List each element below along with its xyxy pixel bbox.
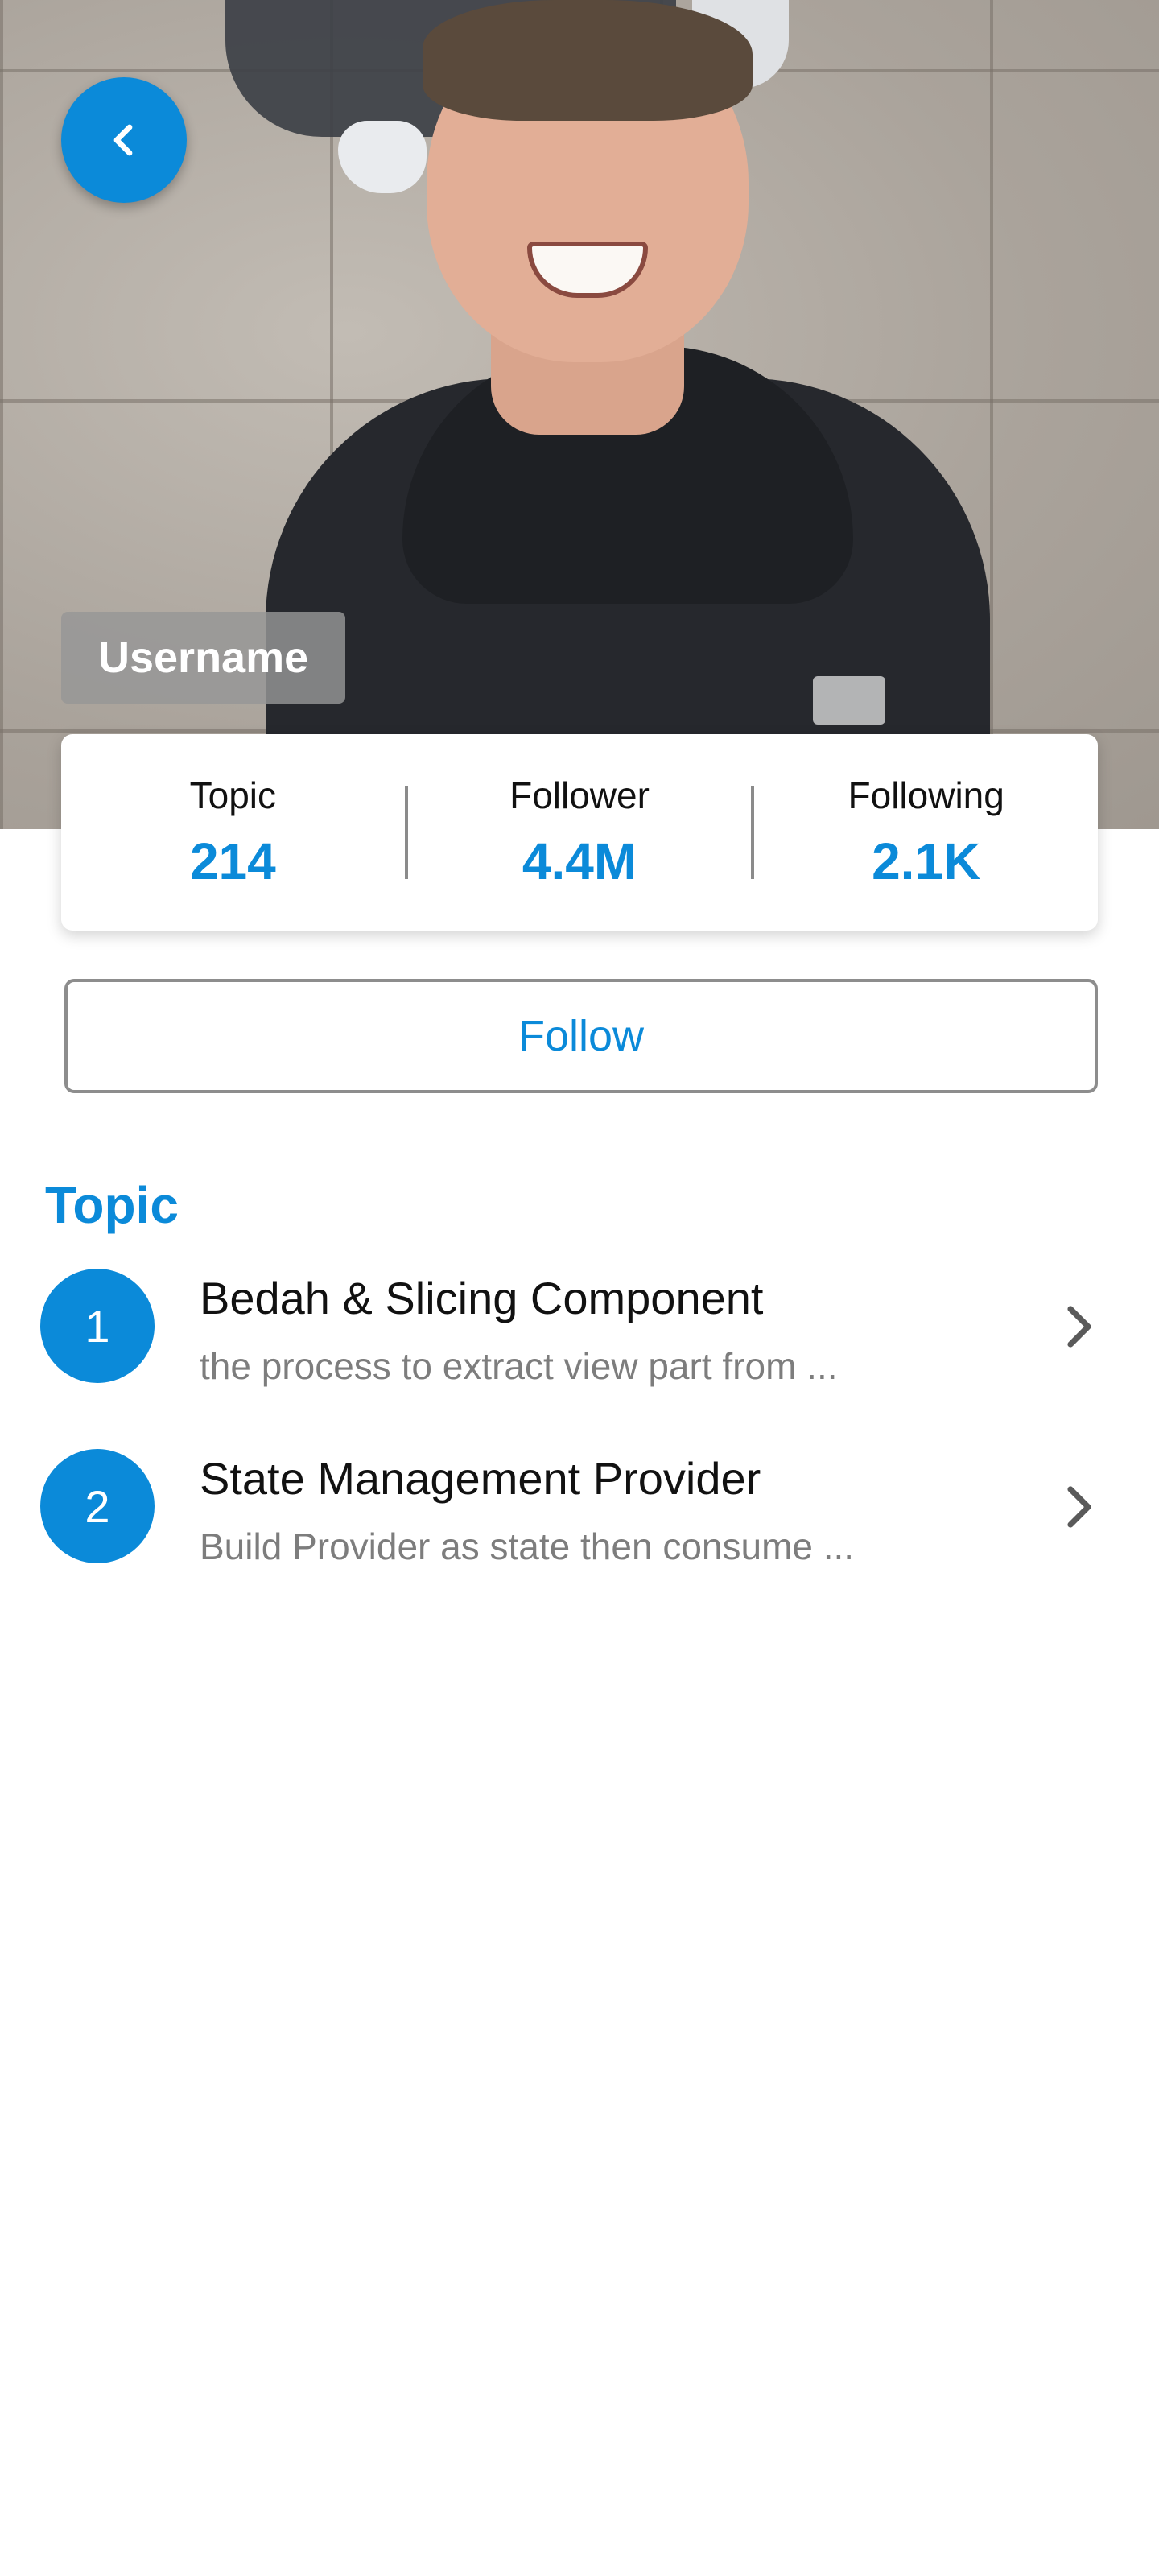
stat-follower-label: Follower bbox=[509, 774, 650, 816]
stat-topic[interactable]: Topic 214 bbox=[61, 774, 405, 891]
topic-section-title: Topic bbox=[45, 1176, 179, 1234]
topic-title: Bedah & Slicing Component bbox=[200, 1273, 764, 1323]
follow-button[interactable]: Follow bbox=[64, 979, 1098, 1093]
chevron-left-icon bbox=[113, 124, 133, 156]
topic-list-item[interactable]: 1 Bedah & Slicing Component the process … bbox=[0, 1264, 1159, 1425]
photo-shoe-left bbox=[338, 121, 427, 193]
back-button[interactable] bbox=[61, 77, 187, 203]
stat-following-value: 2.1K bbox=[872, 832, 981, 890]
photo-jacket-logo bbox=[813, 676, 885, 724]
stats-card: Topic 214 Follower 4.4M Following 2.1K bbox=[61, 734, 1098, 931]
stat-follower[interactable]: Follower 4.4M bbox=[408, 774, 752, 891]
topic-title: State Management Provider bbox=[200, 1453, 761, 1504]
stat-topic-value: 214 bbox=[189, 832, 276, 890]
chevron-right-icon bbox=[1067, 1306, 1091, 1348]
chevron-right-icon bbox=[1067, 1486, 1091, 1528]
topic-list-item[interactable]: 2 State Management Provider Build Provid… bbox=[0, 1444, 1159, 1605]
topic-number-badge: 1 bbox=[40, 1269, 155, 1383]
stat-following-label: Following bbox=[848, 774, 1004, 816]
topic-description: the process to extract view part from ..… bbox=[200, 1345, 838, 1387]
stat-topic-label: Topic bbox=[189, 774, 277, 816]
photo-hair bbox=[423, 0, 753, 121]
topic-number-badge: 2 bbox=[40, 1449, 155, 1563]
stat-following[interactable]: Following 2.1K bbox=[754, 774, 1098, 891]
username-badge: Username bbox=[61, 612, 346, 704]
stat-follower-value: 4.4M bbox=[522, 832, 637, 890]
topic-description: Build Provider as state then consume ... bbox=[200, 1525, 855, 1567]
